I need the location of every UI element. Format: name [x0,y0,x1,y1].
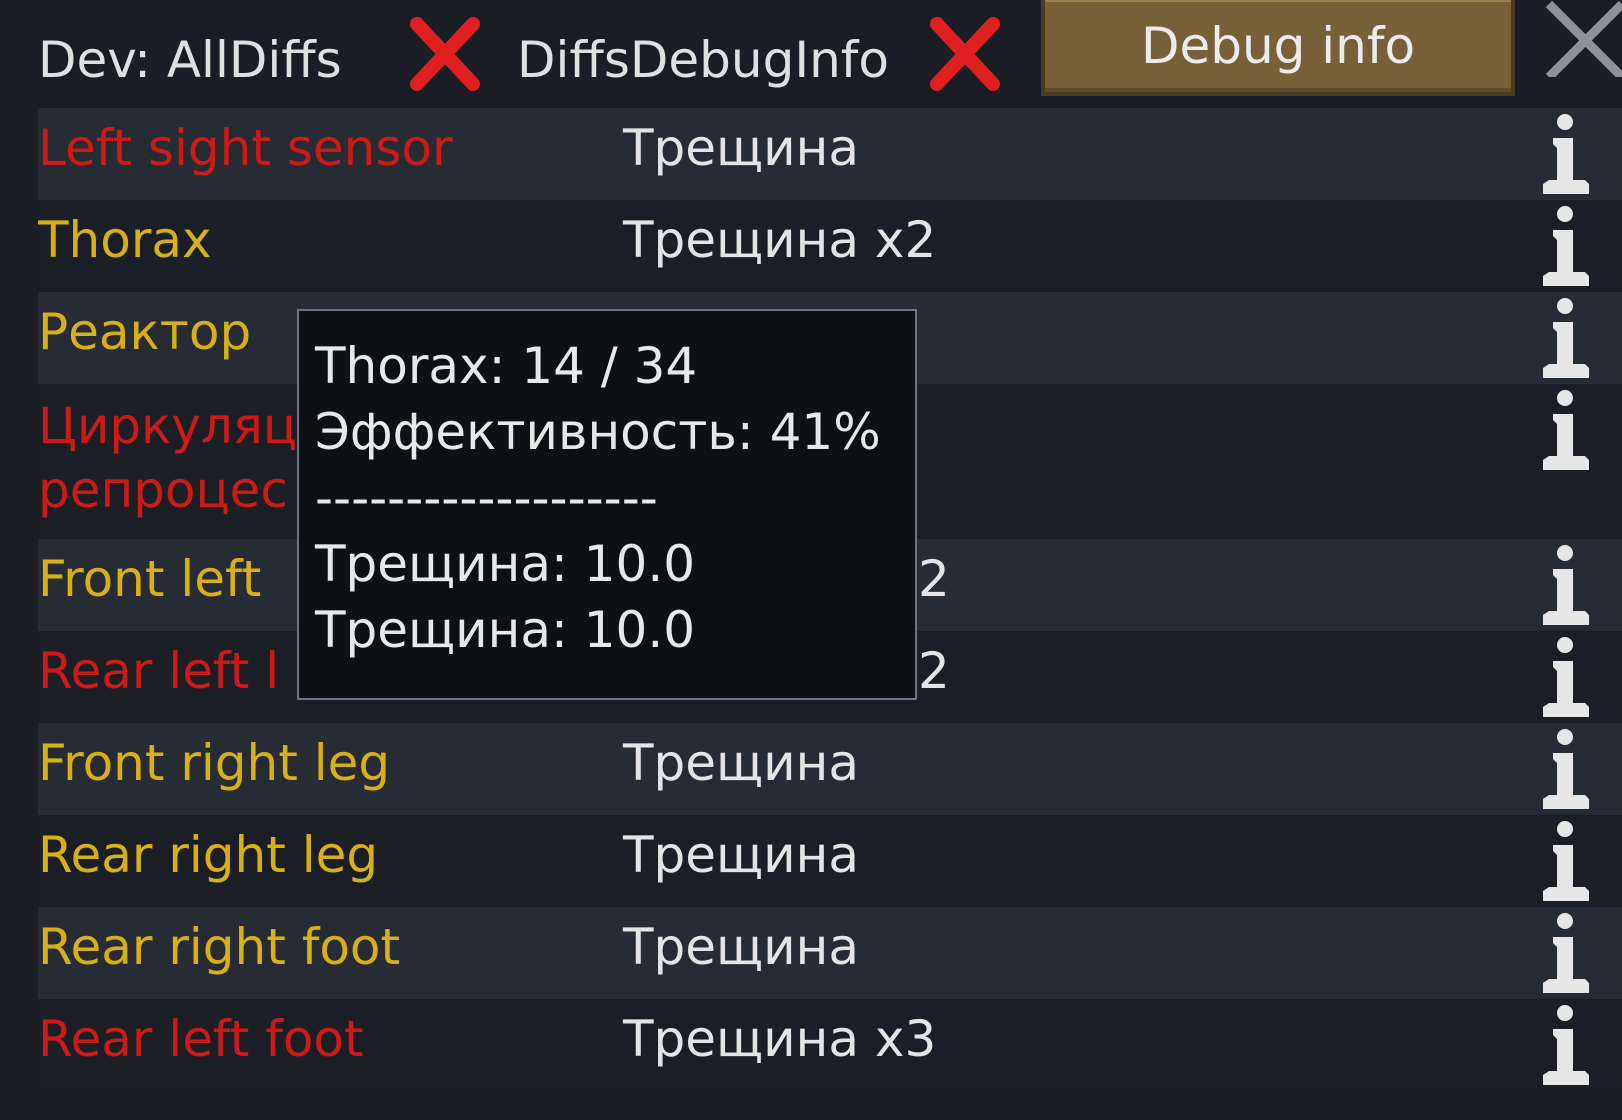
info-icon[interactable] [1537,112,1593,196]
body-part-name: Циркуляц репроцес [38,397,297,519]
diffsdebuginfo-toggle-label[interactable]: DiffsDebugInfo [517,30,889,90]
info-icon[interactable] [1537,204,1593,288]
info-icon[interactable] [1537,911,1593,995]
top-bar: Dev: AllDiffs DiffsDebugInfo Debug info [0,0,1622,105]
alldiffs-toggle-label[interactable]: Dev: AllDiffs [38,30,342,90]
info-icon[interactable] [1537,296,1593,380]
list-item[interactable]: Front right leg Трещина [38,723,1622,815]
body-part-name: Thorax [38,211,212,269]
list-item[interactable]: Rear right leg Трещина [38,815,1622,907]
tooltip-injury: Трещина: 10.0 [315,601,696,659]
body-part-name: Rear right leg [38,826,379,884]
info-icon[interactable] [1537,388,1593,472]
info-icon[interactable] [1537,635,1593,719]
list-item[interactable]: Left sight sensor Трещина [38,108,1622,200]
info-icon[interactable] [1537,819,1593,903]
tooltip-efficiency: Эффективность: 41% [315,403,881,461]
info-icon[interactable] [1537,543,1593,627]
list-item[interactable]: Rear right foot Трещина [38,907,1622,999]
tooltip-part-hp: Thorax: 14 / 34 [315,337,698,395]
red-x-icon[interactable] [925,14,1005,94]
health-panel: Dev: AllDiffs DiffsDebugInfo Debug info … [0,0,1622,1120]
body-part-name: Left sight sensor [38,119,453,177]
injury-text: 2 [918,550,950,608]
injury-text: Трещина x3 [623,1010,937,1068]
list-item[interactable]: Rear left foot Трещина x3 [38,999,1622,1091]
tooltip: Thorax: 14 / 34 Эффективность: 41% -----… [297,309,917,700]
injury-text: Трещина [623,734,859,792]
tooltip-separator: ------------------- [315,469,658,527]
body-part-name: Rear left foot [38,1010,364,1068]
body-part-name: Front right leg [38,734,391,792]
info-icon[interactable] [1537,1003,1593,1087]
info-icon[interactable] [1537,727,1593,811]
injury-text: Трещина [623,119,859,177]
list-item[interactable]: Thorax Трещина x2 [38,200,1622,292]
injury-text: Трещина [623,918,859,976]
injury-text: Трещина [623,826,859,884]
close-icon[interactable] [1545,0,1622,77]
injury-text: 2 [918,642,950,700]
red-x-icon[interactable] [405,14,485,94]
injury-text: Трещина x2 [623,211,937,269]
tooltip-injury: Трещина: 10.0 [315,535,696,593]
body-part-name: Rear right foot [38,918,401,976]
debug-info-button[interactable]: Debug info [1041,0,1515,96]
